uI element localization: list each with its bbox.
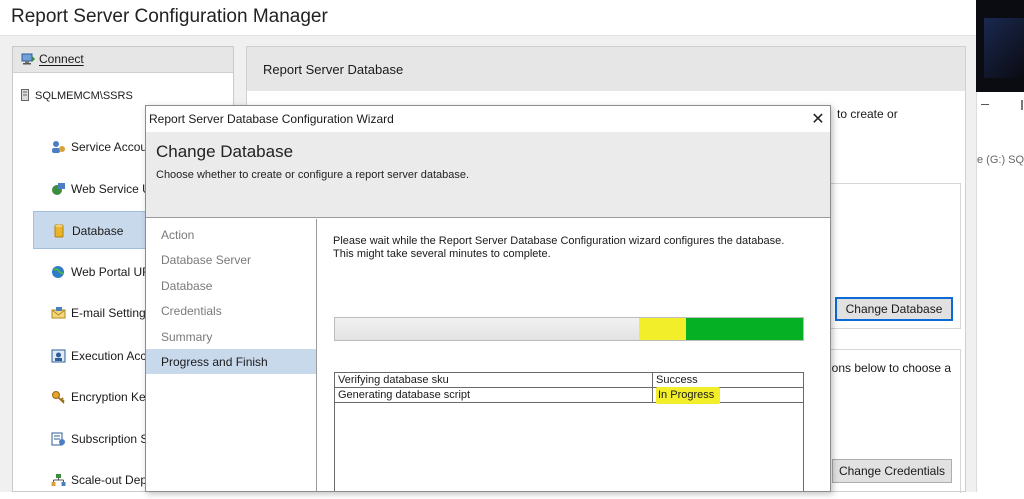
table-row: Generating database script In Progress [335,387,803,404]
service-account-icon [51,140,66,154]
background-explorer-window: e (G:) SQL [976,92,1024,492]
status-step: Generating database script [338,389,471,401]
page-header: Report Server Database [247,47,965,91]
server-node[interactable]: SQLMEMCM\SSRS [21,89,133,102]
minimize-glyph [981,104,989,105]
wizard-header: Change Database Choose whether to create… [146,132,830,218]
server-name: SQLMEMCM\SSRS [35,90,133,102]
desktop-wallpaper [976,0,1024,92]
nav-item-label: Database [72,224,124,238]
scale-out-icon [51,473,66,487]
wait-message: Please wait while the Report Server Data… [333,235,785,260]
server-icon [21,89,29,101]
status-step: Verifying database sku [338,374,449,386]
change-credentials-button[interactable]: Change Credentials [832,459,952,483]
progress-bar [334,317,804,341]
database-icon [52,224,67,238]
status-value: Success [656,374,698,386]
wizard-step-list: Action Database Server Database Credenti… [146,219,317,491]
progress-fill [686,318,803,340]
web-service-icon [51,182,66,196]
table-row: Verifying database sku Success [335,373,803,388]
execution-account-icon [51,349,66,363]
step-summary[interactable]: Summary [146,324,316,349]
nav-item-label: E-mail Settings [71,306,152,320]
background-window-text: e (G:) SQL [977,154,1024,166]
step-action[interactable]: Action [146,222,316,247]
wizard-title: Report Server Database Configuration Wiz… [149,112,394,126]
key-icon [51,390,66,404]
wizard-titlebar: Report Server Database Configuration Wiz… [146,106,830,132]
wizard-heading: Change Database [156,142,294,161]
maximize-glyph [1021,100,1023,110]
close-icon[interactable]: ✕ [808,109,828,129]
progress-highlight [639,318,686,340]
step-credentials[interactable]: Credentials [146,298,316,323]
change-database-button[interactable]: Change Database [835,297,953,321]
column-divider [652,388,653,403]
page-description: to create or [837,107,898,121]
connect-label: Connect [39,52,84,66]
connect-icon [21,53,36,65]
status-highlight: In Progress [656,387,721,404]
column-divider [652,373,653,388]
wizard-content: Please wait while the Report Server Data… [318,219,830,491]
email-icon [51,306,66,320]
change-database-label: Change Database [845,302,943,316]
connect-button[interactable]: Connect [13,47,233,73]
wizard-subheading: Choose whether to create or configure a … [156,169,470,181]
step-progress-and-finish[interactable]: Progress and Finish [146,349,316,374]
subscription-icon [51,432,66,446]
database-configuration-wizard: Report Server Database Configuration Wiz… [145,105,831,492]
status-table: Verifying database sku Success Generatin… [334,372,804,491]
change-credentials-label: Change Credentials [838,464,946,478]
step-database[interactable]: Database [146,273,316,298]
app-title: Report Server Configuration Manager [0,0,976,36]
status-value: In Progress [656,387,721,404]
credentials-description: ions below to choose a [829,361,952,375]
globe-icon [51,265,66,279]
step-database-server[interactable]: Database Server [146,247,316,272]
